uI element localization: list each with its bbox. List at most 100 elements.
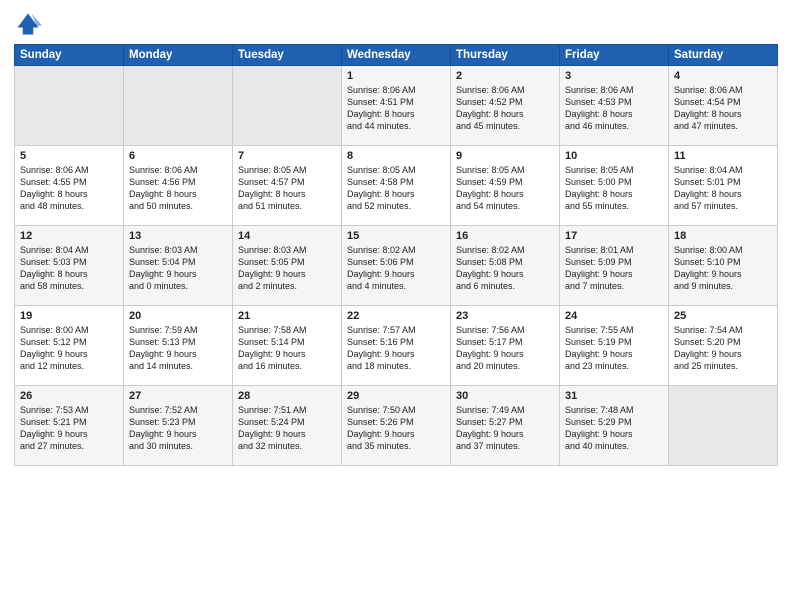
weekday-friday: Friday bbox=[560, 45, 669, 66]
calendar-page: SundayMondayTuesdayWednesdayThursdayFrid… bbox=[0, 0, 792, 612]
day-info: Sunrise: 8:00 AM Sunset: 5:10 PM Dayligh… bbox=[674, 244, 772, 293]
day-info: Sunrise: 7:50 AM Sunset: 5:26 PM Dayligh… bbox=[347, 404, 445, 453]
day-cell: 7 Sunrise: 8:05 AM Sunset: 4:57 PM Daylig… bbox=[233, 146, 342, 226]
day-info: Sunrise: 8:02 AM Sunset: 5:06 PM Dayligh… bbox=[347, 244, 445, 293]
day-cell: 11 Sunrise: 8:04 AM Sunset: 5:01 PM Dayli… bbox=[669, 146, 778, 226]
day-number: 3 bbox=[565, 70, 663, 82]
day-cell: 20Sunrise: 7:59 AM Sunset: 5:13 PM Dayli… bbox=[124, 306, 233, 386]
day-info: Sunrise: 8:05 AM Sunset: 5:00 PM Dayligh… bbox=[565, 164, 663, 213]
day-number: 13 bbox=[129, 230, 227, 242]
day-cell: 6 Sunrise: 8:06 AM Sunset: 4:56 PM Daylig… bbox=[124, 146, 233, 226]
day-cell: 25Sunrise: 7:54 AM Sunset: 5:20 PM Dayli… bbox=[669, 306, 778, 386]
day-cell: 28Sunrise: 7:51 AM Sunset: 5:24 PM Dayli… bbox=[233, 386, 342, 466]
day-number: 7 bbox=[238, 150, 336, 162]
day-cell: 24 Sunrise: 7:55 AM Sunset: 5:19 PM Dayli… bbox=[560, 306, 669, 386]
day-cell: 31 Sunrise: 7:48 AM Sunset: 5:29 PM Dayli… bbox=[560, 386, 669, 466]
day-info: Sunrise: 8:03 AM Sunset: 5:05 PM Dayligh… bbox=[238, 244, 336, 293]
day-info: Sunrise: 7:56 AM Sunset: 5:17 PM Dayligh… bbox=[456, 324, 554, 373]
day-cell: 4Sunrise: 8:06 AM Sunset: 4:54 PM Daylig… bbox=[669, 66, 778, 146]
week-row-5: 26 Sunrise: 7:53 AM Sunset: 5:21 PM Dayli… bbox=[15, 386, 778, 466]
day-number: 29 bbox=[347, 390, 445, 402]
day-cell bbox=[669, 386, 778, 466]
day-info: Sunrise: 8:06 AM Sunset: 4:56 PM Dayligh… bbox=[129, 164, 227, 213]
day-cell: 16Sunrise: 8:02 AM Sunset: 5:08 PM Dayli… bbox=[451, 226, 560, 306]
day-info: Sunrise: 7:48 AM Sunset: 5:29 PM Dayligh… bbox=[565, 404, 663, 453]
day-cell: 5 Sunrise: 8:06 AM Sunset: 4:55 PM Daylig… bbox=[15, 146, 124, 226]
day-number: 21 bbox=[238, 310, 336, 322]
day-cell bbox=[124, 66, 233, 146]
day-info: Sunrise: 8:04 AM Sunset: 5:01 PM Dayligh… bbox=[674, 164, 772, 213]
day-number: 18 bbox=[674, 230, 772, 242]
day-number: 2 bbox=[456, 70, 554, 82]
day-number: 31 bbox=[565, 390, 663, 402]
day-info: Sunrise: 7:59 AM Sunset: 5:13 PM Dayligh… bbox=[129, 324, 227, 373]
logo-icon bbox=[14, 10, 42, 38]
day-info: Sunrise: 8:05 AM Sunset: 4:59 PM Dayligh… bbox=[456, 164, 554, 213]
day-info: Sunrise: 8:02 AM Sunset: 5:08 PM Dayligh… bbox=[456, 244, 554, 293]
weekday-saturday: Saturday bbox=[669, 45, 778, 66]
day-cell: 19Sunrise: 8:00 AM Sunset: 5:12 PM Dayli… bbox=[15, 306, 124, 386]
day-info: Sunrise: 7:55 AM Sunset: 5:19 PM Dayligh… bbox=[565, 324, 663, 373]
day-number: 26 bbox=[20, 390, 118, 402]
day-cell: 8 Sunrise: 8:05 AM Sunset: 4:58 PM Daylig… bbox=[342, 146, 451, 226]
day-cell: 26 Sunrise: 7:53 AM Sunset: 5:21 PM Dayli… bbox=[15, 386, 124, 466]
day-cell: 2Sunrise: 8:06 AM Sunset: 4:52 PM Daylig… bbox=[451, 66, 560, 146]
day-info: Sunrise: 8:03 AM Sunset: 5:04 PM Dayligh… bbox=[129, 244, 227, 293]
day-info: Sunrise: 7:53 AM Sunset: 5:21 PM Dayligh… bbox=[20, 404, 118, 453]
day-cell: 17 Sunrise: 8:01 AM Sunset: 5:09 PM Dayli… bbox=[560, 226, 669, 306]
logo bbox=[14, 10, 46, 38]
day-number: 5 bbox=[20, 150, 118, 162]
calendar-table: SundayMondayTuesdayWednesdayThursdayFrid… bbox=[14, 44, 778, 466]
day-info: Sunrise: 7:58 AM Sunset: 5:14 PM Dayligh… bbox=[238, 324, 336, 373]
day-info: Sunrise: 8:05 AM Sunset: 4:58 PM Dayligh… bbox=[347, 164, 445, 213]
day-number: 28 bbox=[238, 390, 336, 402]
day-cell: 13 Sunrise: 8:03 AM Sunset: 5:04 PM Dayli… bbox=[124, 226, 233, 306]
day-info: Sunrise: 8:06 AM Sunset: 4:55 PM Dayligh… bbox=[20, 164, 118, 213]
day-number: 11 bbox=[674, 150, 772, 162]
week-row-3: 12 Sunrise: 8:04 AM Sunset: 5:03 PM Dayli… bbox=[15, 226, 778, 306]
day-cell: 23 Sunrise: 7:56 AM Sunset: 5:17 PM Dayli… bbox=[451, 306, 560, 386]
day-number: 15 bbox=[347, 230, 445, 242]
day-info: Sunrise: 8:00 AM Sunset: 5:12 PM Dayligh… bbox=[20, 324, 118, 373]
weekday-sunday: Sunday bbox=[15, 45, 124, 66]
day-number: 24 bbox=[565, 310, 663, 322]
weekday-thursday: Thursday bbox=[451, 45, 560, 66]
day-cell: 18 Sunrise: 8:00 AM Sunset: 5:10 PM Dayli… bbox=[669, 226, 778, 306]
day-info: Sunrise: 7:57 AM Sunset: 5:16 PM Dayligh… bbox=[347, 324, 445, 373]
weekday-wednesday: Wednesday bbox=[342, 45, 451, 66]
day-number: 27 bbox=[129, 390, 227, 402]
day-number: 22 bbox=[347, 310, 445, 322]
day-cell: 3 Sunrise: 8:06 AM Sunset: 4:53 PM Daylig… bbox=[560, 66, 669, 146]
day-cell: 15 Sunrise: 8:02 AM Sunset: 5:06 PM Dayli… bbox=[342, 226, 451, 306]
week-row-4: 19Sunrise: 8:00 AM Sunset: 5:12 PM Dayli… bbox=[15, 306, 778, 386]
weekday-header-row: SundayMondayTuesdayWednesdayThursdayFrid… bbox=[15, 45, 778, 66]
day-info: Sunrise: 8:06 AM Sunset: 4:53 PM Dayligh… bbox=[565, 84, 663, 133]
day-number: 10 bbox=[565, 150, 663, 162]
day-number: 8 bbox=[347, 150, 445, 162]
header bbox=[14, 10, 778, 38]
weekday-monday: Monday bbox=[124, 45, 233, 66]
day-number: 4 bbox=[674, 70, 772, 82]
day-cell: 9 Sunrise: 8:05 AM Sunset: 4:59 PM Daylig… bbox=[451, 146, 560, 226]
day-info: Sunrise: 8:01 AM Sunset: 5:09 PM Dayligh… bbox=[565, 244, 663, 293]
day-info: Sunrise: 8:04 AM Sunset: 5:03 PM Dayligh… bbox=[20, 244, 118, 293]
day-info: Sunrise: 7:52 AM Sunset: 5:23 PM Dayligh… bbox=[129, 404, 227, 453]
day-number: 1 bbox=[347, 70, 445, 82]
day-cell: 10 Sunrise: 8:05 AM Sunset: 5:00 PM Dayli… bbox=[560, 146, 669, 226]
day-cell: 22 Sunrise: 7:57 AM Sunset: 5:16 PM Dayli… bbox=[342, 306, 451, 386]
day-info: Sunrise: 8:06 AM Sunset: 4:51 PM Dayligh… bbox=[347, 84, 445, 133]
day-number: 9 bbox=[456, 150, 554, 162]
day-number: 17 bbox=[565, 230, 663, 242]
day-number: 6 bbox=[129, 150, 227, 162]
day-number: 23 bbox=[456, 310, 554, 322]
week-row-2: 5 Sunrise: 8:06 AM Sunset: 4:55 PM Daylig… bbox=[15, 146, 778, 226]
week-row-1: 1 Sunrise: 8:06 AM Sunset: 4:51 PM Daylig… bbox=[15, 66, 778, 146]
day-cell: 1 Sunrise: 8:06 AM Sunset: 4:51 PM Daylig… bbox=[342, 66, 451, 146]
day-info: Sunrise: 8:05 AM Sunset: 4:57 PM Dayligh… bbox=[238, 164, 336, 213]
day-number: 14 bbox=[238, 230, 336, 242]
day-cell: 12 Sunrise: 8:04 AM Sunset: 5:03 PM Dayli… bbox=[15, 226, 124, 306]
day-info: Sunrise: 7:49 AM Sunset: 5:27 PM Dayligh… bbox=[456, 404, 554, 453]
day-cell bbox=[15, 66, 124, 146]
day-number: 12 bbox=[20, 230, 118, 242]
day-cell: 30Sunrise: 7:49 AM Sunset: 5:27 PM Dayli… bbox=[451, 386, 560, 466]
